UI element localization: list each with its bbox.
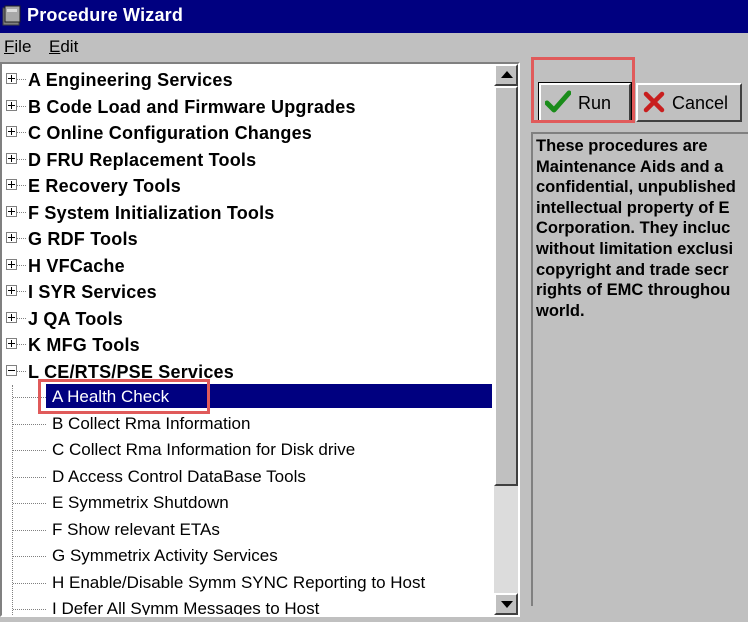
tree-item-relevant-etas[interactable]: F Show relevant ETAs [2,517,494,543]
tree-item-engineering-services[interactable]: A Engineering Services [2,67,494,93]
tree-item-label: F Show relevant ETAs [52,519,220,539]
tree-item-label: G RDF Tools [28,229,138,249]
scroll-down-button[interactable] [494,593,518,615]
tree-item-label: G Symmetrix Activity Services [52,546,278,565]
tree-item-label: B Code Load and Firmware Upgrades [28,96,356,117]
description-panel: These procedures are Maintenance Aids an… [531,132,748,606]
menu-file-rest: ile [14,37,32,56]
expand-plus-icon[interactable] [6,205,17,217]
arrow-down-icon [501,601,513,608]
tree-item-label: B Collect Rma Information [52,413,251,433]
procedure-tree[interactable]: A Engineering Services B Code Load and F… [0,62,520,617]
description-text: These procedures are Maintenance Aids an… [536,136,748,321]
tree-item-symmetrix-shutdown[interactable]: E Symmetrix Shutdown [2,490,494,516]
scroll-thumb[interactable] [494,86,518,486]
scroll-up-button[interactable] [494,64,518,86]
highlight-annotation [38,379,210,414]
expand-plus-icon[interactable] [6,258,17,270]
description-line: without limitation exclusi [536,239,734,258]
tree-item-label: H VFCache [28,255,125,276]
arrow-up-icon [501,71,513,78]
tree-item-label: E Symmetrix Shutdown [52,493,229,512]
expand-plus-icon[interactable] [6,73,17,84]
tree-item-code-load[interactable]: B Code Load and Firmware Upgrades [2,94,494,120]
description-line: copyright and trade secr [536,260,729,279]
tree-item-syr-services[interactable]: I SYR Services [2,279,494,305]
expand-plus-icon[interactable] [6,126,17,137]
tree-item-label: K MFG Tools [28,335,140,355]
tree-item-rdf-tools[interactable]: G RDF Tools [2,226,494,252]
description-line: intellectual property of E [536,198,730,217]
description-line: confidential, unpublished [536,178,736,197]
collapse-minus-icon[interactable] [6,364,17,376]
expand-plus-icon[interactable] [6,99,17,111]
x-icon [643,91,665,113]
vertical-scrollbar[interactable] [494,64,518,615]
tree-item-collect-rma[interactable]: B Collect Rma Information [2,411,494,437]
tree-item-label: I Defer All Symm Messages to Host [52,599,320,617]
tree-item-label: D FRU Replacement Tools [28,149,257,170]
tree-item-access-control[interactable]: D Access Control DataBase Tools [2,464,494,490]
description-line: rights of EMC throughou [536,281,731,300]
tree-item-label: D Access Control DataBase Tools [52,466,306,486]
tree-item-label: E Recovery Tools [28,176,181,196]
menu-edit-rest: dit [60,37,79,56]
menu-file-accel: F [4,37,15,56]
description-line: Maintenance Aids and a [536,157,724,176]
tree-item-vfcache[interactable]: H VFCache [2,253,494,279]
tree-item-label: F System Initialization Tools [28,202,275,223]
description-line: world. [536,301,585,320]
expand-plus-icon[interactable] [6,311,17,323]
menu-edit-accel: E [49,37,61,56]
tree-item-online-config[interactable]: C Online Configuration Changes [2,120,494,146]
tree-item-label: A Engineering Services [28,70,233,90]
tree-item-label: J QA Tools [28,308,124,329]
tree-item-fru-replacement[interactable]: D FRU Replacement Tools [2,147,494,173]
menu-bar: File Edit [0,33,748,61]
tree-item-defer-messages[interactable]: I Defer All Symm Messages to Host [2,596,494,617]
tree-item-label: I SYR Services [28,282,157,302]
cancel-button[interactable]: Cancel [636,83,742,122]
window-app-icon[interactable] [2,5,22,27]
description-line: These procedures are [536,137,708,155]
tree-item-system-init[interactable]: F System Initialization Tools [2,200,494,226]
tree-item-label: C Collect Rma Information for Disk drive [52,440,356,459]
tree-item-qa-tools[interactable]: J QA Tools [2,306,494,332]
expand-plus-icon[interactable] [6,179,17,190]
menu-edit[interactable]: Edit [49,37,78,57]
tree-item-collect-rma-disk[interactable]: C Collect Rma Information for Disk drive [2,437,494,463]
cancel-label: Cancel [672,93,729,113]
run-highlight-annotation [531,57,635,123]
tree-item-mfg-tools[interactable]: K MFG Tools [2,332,494,358]
tree-item-activity-services[interactable]: G Symmetrix Activity Services [2,543,494,569]
expand-plus-icon[interactable] [6,232,17,243]
expand-plus-icon[interactable] [6,338,17,349]
tree-item-sync-reporting[interactable]: H Enable/Disable Symm SYNC Reporting to … [2,570,494,596]
window-title: Procedure Wizard [27,5,184,25]
expand-plus-icon[interactable] [6,152,17,164]
tree-item-label: C Online Configuration Changes [28,123,312,143]
description-line: Corporation. They incluc [536,219,731,238]
menu-file[interactable]: File [4,37,31,57]
expand-plus-icon[interactable] [6,285,17,296]
tree-item-label: H Enable/Disable Symm SYNC Reporting to … [52,572,426,592]
title-bar: Procedure Wizard [0,0,748,33]
tree-item-recovery-tools[interactable]: E Recovery Tools [2,173,494,199]
